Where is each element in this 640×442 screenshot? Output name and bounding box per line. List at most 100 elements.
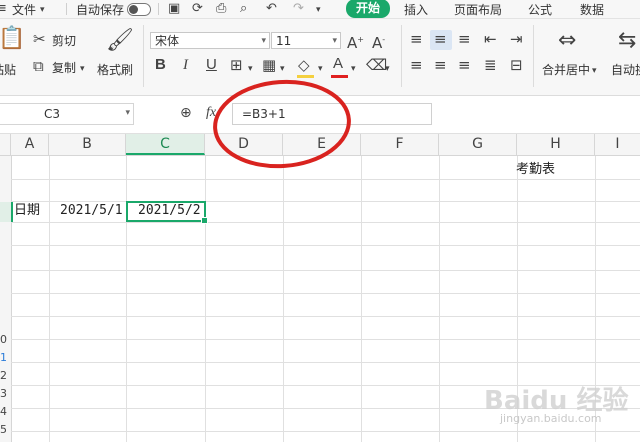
grid-line (11, 362, 640, 363)
save-icon[interactable]: ▣ (168, 1, 180, 16)
italic-button[interactable]: I (183, 57, 188, 73)
name-box[interactable]: C3 ▾ (0, 103, 134, 125)
ribbon: 📋 粘贴 ✂ 剪切 ⧉ 复制 ▾ 🖌 格式刷 宋体 ▾ 11 ▾ A+ A- B… (0, 19, 640, 96)
chevron-down-icon[interactable]: ▾ (351, 61, 356, 77)
merge-center-icon[interactable]: ⇔ (558, 29, 576, 53)
zoom-icon[interactable]: ⊕ (180, 105, 192, 121)
format-painter-icon[interactable]: 🖌 (106, 29, 134, 53)
chevron-down-icon[interactable]: ▾ (80, 61, 85, 77)
paste-icon[interactable]: 📋 (0, 27, 25, 51)
borders-icon[interactable]: ⊞ (230, 57, 243, 73)
fill-pattern-icon[interactable]: ▦ (262, 57, 276, 73)
select-all-corner[interactable] (0, 134, 11, 155)
bold-button[interactable]: B (155, 57, 166, 73)
align-top-icon[interactable]: ≡ (410, 31, 423, 47)
merge-center-button[interactable]: 合并居中 (542, 61, 590, 78)
tab-page-layout[interactable]: 页面布局 (454, 1, 502, 18)
tab-insert[interactable]: 插入 (404, 1, 428, 18)
cell-h1-title[interactable]: 考勤表 (516, 160, 555, 180)
font-size-select[interactable]: 11 ▾ (271, 32, 341, 49)
column-header-bar: A B C D E F G H I (0, 134, 640, 156)
align-bottom-icon[interactable]: ≡ (458, 31, 471, 47)
watermark-url: jingyan.baidu.com (500, 412, 602, 425)
column-header-d[interactable]: D (205, 134, 283, 155)
copy-button[interactable]: 复制 (52, 59, 76, 76)
column-header-g[interactable]: G (439, 134, 517, 155)
redo-icon[interactable]: ↷ (293, 1, 304, 16)
fill-color-icon[interactable]: ◇ (298, 57, 310, 73)
column-header-b[interactable]: B (49, 134, 126, 155)
chevron-down-icon[interactable]: ▾ (248, 61, 253, 77)
formula-input[interactable]: =B3+1 (232, 103, 432, 125)
column-header-c[interactable]: C (126, 134, 205, 155)
chevron-down-icon[interactable]: ▾ (280, 61, 285, 77)
row-header[interactable]: 1 (0, 348, 11, 367)
align-center-icon[interactable]: ≡ (434, 57, 447, 73)
grid-line (11, 316, 640, 317)
cell-c3: 2021/5/2 (138, 203, 201, 218)
underline-button[interactable]: U (206, 57, 217, 73)
menu-icon[interactable]: ≡ (0, 1, 7, 16)
column-header-a[interactable]: A (11, 134, 49, 155)
chevron-down-icon: ▾ (332, 36, 337, 46)
distribute-icon[interactable]: ⊟ (510, 57, 523, 73)
grid-line (11, 293, 640, 294)
grid-line (11, 222, 640, 223)
cell-reference: C3 (44, 107, 61, 121)
chevron-down-icon[interactable]: ▾ (318, 61, 323, 77)
chevron-down-icon[interactable]: ▾ (316, 3, 321, 18)
row-header[interactable]: 2 (0, 366, 11, 385)
cut-button[interactable]: 剪切 (52, 32, 76, 49)
share-icon[interactable]: ⟳ (192, 1, 203, 16)
autosave-label: 自动保存 (76, 3, 125, 17)
tab-home[interactable]: 开始 (346, 0, 390, 18)
font-color-icon[interactable]: A (333, 56, 343, 72)
row-header[interactable]: 3 (0, 384, 11, 403)
column-header-h[interactable]: H (517, 134, 595, 155)
font-name-value: 宋体 (155, 34, 180, 48)
wrap-text-icon[interactable]: ⇆ (618, 29, 636, 53)
row-header-bar: 0 1 2 3 4 5 (0, 156, 13, 442)
copy-icon[interactable]: ⧉ (33, 58, 44, 74)
grid-line (11, 245, 640, 246)
indent-decrease-icon[interactable]: ⇤ (484, 31, 497, 47)
row-header[interactable]: 5 (0, 420, 11, 439)
separator (533, 25, 534, 87)
format-painter-button[interactable]: 格式刷 (97, 61, 133, 78)
column-header-f[interactable]: F (361, 134, 439, 155)
row-header-active[interactable] (0, 202, 13, 222)
increase-font-icon[interactable]: A+ (347, 32, 364, 51)
font-name-select[interactable]: 宋体 ▾ (150, 32, 270, 49)
separator (158, 3, 159, 15)
tab-data[interactable]: 数据 (580, 1, 604, 18)
menu-file[interactable]: 文件 (12, 1, 36, 18)
column-header-e[interactable]: E (283, 134, 361, 155)
row-header[interactable]: 4 (0, 402, 11, 421)
chevron-down-icon[interactable]: ▾ (592, 63, 597, 79)
wrap-text-button[interactable]: 自动换 (611, 61, 640, 78)
function-wizard-icon[interactable]: fx (206, 105, 216, 121)
print-preview-icon[interactable]: ⌕ (240, 1, 247, 16)
tab-formulas[interactable]: 公式 (528, 1, 552, 18)
scissors-icon[interactable]: ✂ (33, 31, 46, 47)
grid-line (126, 156, 127, 442)
column-header-i[interactable]: I (595, 134, 640, 155)
paste-button[interactable]: 粘贴 (0, 61, 16, 78)
cell-b3[interactable]: 2021/5/1 (60, 201, 123, 221)
decrease-font-icon[interactable]: A- (372, 32, 385, 51)
separator (66, 3, 67, 15)
separator (401, 25, 402, 87)
row-header[interactable]: 0 (0, 330, 11, 349)
autosave-toggle[interactable] (127, 3, 151, 16)
undo-icon[interactable]: ↶ (266, 1, 277, 16)
print-icon[interactable]: ⎙ (216, 1, 226, 16)
chevron-down-icon[interactable]: ▾ (40, 3, 45, 18)
font-color-swatch (331, 75, 348, 78)
cell-a3[interactable]: 日期 (14, 201, 40, 221)
align-left-icon[interactable]: ≡ (410, 57, 423, 73)
align-right-icon[interactable]: ≡ (458, 57, 471, 73)
indent-increase-icon[interactable]: ⇥ (510, 31, 523, 47)
fill-handle[interactable] (201, 217, 208, 224)
justify-icon[interactable]: ≣ (484, 57, 497, 73)
chevron-down-icon[interactable]: ▾ (385, 61, 390, 77)
